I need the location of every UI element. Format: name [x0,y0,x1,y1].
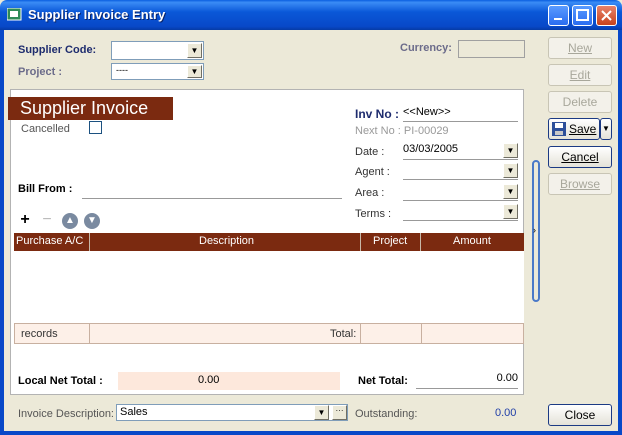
floppy-disk-icon [552,122,566,136]
chevron-down-icon: ▼ [602,124,610,133]
document-banner: Supplier Invoice [8,97,173,120]
terms-label: Terms : [355,208,392,220]
terms-combo[interactable]: ▼ [403,204,518,221]
outstanding-label: Outstanding: [355,408,418,420]
next-no-text: Next No : PI-00029 [355,125,449,137]
minimize-icon [554,18,562,20]
local-net-total-value: 0.00 [198,374,220,386]
net-total-label: Net Total: [358,375,408,387]
save-label: Save [569,122,597,136]
project-value: ---- [116,65,128,75]
supplier-code-label: Supplier Code: [18,44,97,56]
browse-label: Browse [559,177,600,191]
new-button[interactable]: New [548,37,612,59]
records-label: records [21,328,58,340]
local-net-total-label: Local Net Total : [18,375,103,387]
table-body[interactable] [14,251,524,323]
outstanding-value: 0.00 [495,407,517,419]
invoice-description-label: Invoice Description: [18,408,114,420]
edit-button[interactable]: Edit [548,64,612,86]
chevron-down-icon[interactable]: ▼ [187,43,202,58]
chevron-down-icon[interactable]: ▼ [503,143,518,158]
cancelled-label: Cancelled [21,123,70,135]
col-project[interactable]: Project [373,235,407,247]
edit-label: Edit [569,68,591,82]
app-icon [6,7,23,22]
date-field[interactable]: 03/03/2005 ▼ [403,143,518,160]
total-label: Total: [330,328,357,340]
net-total-field: 0.00 [416,372,518,389]
save-dropdown-button[interactable]: ▼ [600,118,612,140]
agent-label: Agent : [355,166,390,178]
remove-row-icon[interactable]: − [39,212,55,229]
currency-field[interactable] [458,40,525,58]
more-options-icon[interactable]: ··· [332,405,347,420]
project-label: Project : [18,66,63,78]
cancel-button[interactable]: Cancel [548,146,612,168]
table-header: Purchase A/C Description Project Amount [14,233,524,251]
delete-label: Delete [562,95,598,109]
close-window-button[interactable] [596,5,617,26]
maximize-button[interactable] [572,5,593,26]
inv-no-label: Inv No : [355,107,399,121]
invoice-description-value: Sales [120,406,148,418]
chevron-down-icon[interactable]: ▼ [503,184,518,199]
bill-from-label: Bill From : [18,183,73,195]
col-amount[interactable]: Amount [453,235,491,247]
project-combo[interactable]: ---- ▼ [111,63,204,80]
chevron-right-icon[interactable]: › [533,225,536,235]
add-row-icon[interactable]: + [17,212,33,229]
inv-no-field[interactable]: <<New>> [403,106,518,122]
currency-label: Currency: [400,42,452,54]
save-button[interactable]: Save [548,118,600,140]
chevron-down-icon[interactable]: ▼ [503,204,518,219]
move-up-icon[interactable]: ▲ [62,213,78,229]
net-total-value: 0.00 [496,372,518,384]
move-down-icon[interactable]: ▼ [84,213,100,229]
window-title: Supplier Invoice Entry [28,7,166,22]
delete-button[interactable]: Delete [548,91,612,113]
close-label: Close [564,408,596,422]
inv-no-value: <<New>> [403,106,451,118]
browse-button[interactable]: Browse [548,173,612,195]
date-label: Date : [355,146,385,158]
close-icon [601,10,612,21]
minimize-button[interactable] [548,5,569,26]
local-net-total-box: 0.00 [118,372,340,390]
cancelled-checkbox[interactable] [89,121,102,134]
agent-combo[interactable]: ▼ [403,163,518,180]
col-description[interactable]: Description [199,235,254,247]
chevron-down-icon[interactable]: ▼ [314,405,329,420]
table-footer: records Total: [14,323,524,344]
invoice-description-combo[interactable]: Sales ▼ ··· [116,404,348,421]
area-label: Area : [355,187,385,199]
date-value: 03/03/2005 [403,143,459,155]
supplier-code-combo[interactable]: ▼ [111,41,204,60]
cancel-label: Cancel [561,150,599,164]
close-button[interactable]: Close [548,404,612,426]
bill-from-field[interactable] [82,184,342,199]
new-label: New [567,41,592,55]
col-purchase-ac[interactable]: Purchase A/C [16,235,83,247]
chevron-down-icon[interactable]: ▼ [503,163,518,178]
area-combo[interactable]: ▼ [403,184,518,201]
chevron-down-icon[interactable]: ▼ [187,65,202,78]
maximize-icon [576,9,589,21]
